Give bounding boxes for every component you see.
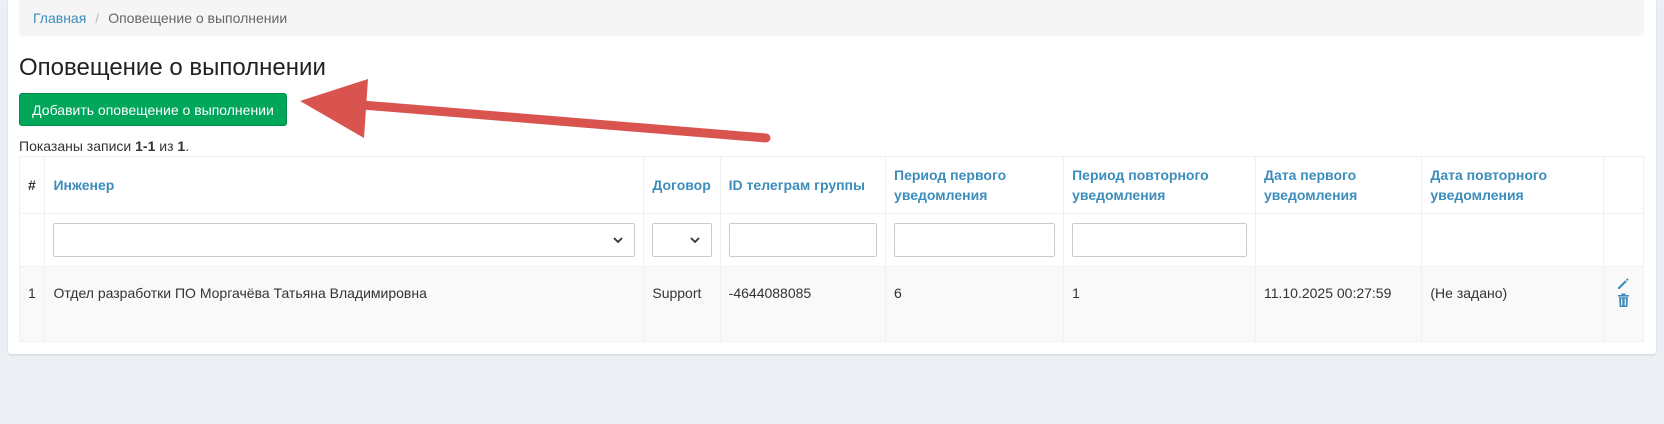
content-panel: Главная / Оповещение о выполнении Оповещ…: [8, 0, 1656, 354]
repeat-period-filter-input[interactable]: [1072, 223, 1247, 257]
filter-cell-contract: [643, 213, 721, 267]
sort-contract-link[interactable]: Договор: [652, 177, 710, 193]
cell-repeat-period: 1: [1063, 266, 1256, 342]
cell-number: 1: [18, 266, 46, 342]
column-header-first-date[interactable]: Дата первого уведомления: [1254, 156, 1423, 214]
column-header-repeat-period[interactable]: Период повторного уведомления: [1063, 156, 1256, 214]
summary-prefix: Показаны записи: [19, 138, 136, 154]
column-header-actions: [1602, 156, 1645, 214]
sort-engineer-link[interactable]: Инженер: [53, 177, 114, 193]
filter-cell-actions: [1602, 213, 1645, 267]
trash-icon[interactable]: [1617, 293, 1630, 308]
cell-first-period: 6: [885, 266, 1065, 342]
cell-telegram-id: -4644088085: [719, 266, 887, 342]
filter-cell-number: [18, 213, 46, 267]
contract-filter-select[interactable]: [652, 223, 712, 257]
row-actions: [1612, 277, 1635, 308]
cell-contract: Support: [643, 266, 721, 342]
summary-suffix: .: [185, 138, 190, 154]
column-header-first-period[interactable]: Период первого уведомления: [885, 156, 1065, 214]
cell-actions: [1602, 266, 1645, 342]
sort-telegram-id-link[interactable]: ID телеграм группы: [729, 177, 865, 193]
cell-repeat-date: (Не задано): [1421, 266, 1604, 342]
sort-first-date-link[interactable]: Дата первого уведомления: [1264, 167, 1357, 203]
add-notification-button[interactable]: Добавить оповещение о выполнении: [19, 93, 287, 126]
filter-cell-repeat-period: [1063, 213, 1256, 267]
column-header-repeat-date[interactable]: Дата повторного уведомления: [1421, 156, 1604, 214]
table-header-row: # Инженер Договор ID телеграм группы Пер…: [18, 156, 1645, 214]
cell-first-date: 11.10.2025 00:27:59: [1254, 266, 1423, 342]
column-header-telegram-id[interactable]: ID телеграм группы: [719, 156, 887, 214]
column-header-contract[interactable]: Договор: [643, 156, 721, 214]
filter-cell-engineer: [44, 213, 645, 267]
table-filter-row: [18, 213, 1645, 267]
column-header-engineer[interactable]: Инженер: [44, 156, 645, 214]
first-period-filter-input[interactable]: [894, 223, 1056, 257]
notifications-table: # Инженер Договор ID телеграм группы Пер…: [18, 156, 1645, 342]
breadcrumb-separator: /: [95, 10, 100, 26]
summary-of: из: [155, 138, 178, 154]
page-title: Оповещение о выполнении: [19, 54, 326, 81]
breadcrumb: Главная / Оповещение о выполнении: [19, 0, 1644, 36]
chevron-down-icon: [690, 237, 700, 244]
engineer-filter-select[interactable]: [53, 223, 636, 257]
filter-cell-repeat-date: [1421, 213, 1604, 267]
filter-cell-telegram-id: [719, 213, 887, 267]
filter-cell-first-period: [885, 213, 1065, 267]
sort-first-period-link[interactable]: Период первого уведомления: [894, 167, 1006, 203]
breadcrumb-home-link[interactable]: Главная: [33, 10, 86, 26]
cell-engineer: Отдел разработки ПО Моргачёва Татьяна Вл…: [44, 266, 645, 342]
column-header-number: #: [18, 156, 46, 214]
sort-repeat-date-link[interactable]: Дата повторного уведомления: [1430, 167, 1547, 203]
filter-cell-first-date: [1254, 213, 1423, 267]
telegram-id-filter-input[interactable]: [728, 223, 878, 257]
breadcrumb-current: Оповещение о выполнении: [108, 10, 288, 26]
pencil-icon[interactable]: [1616, 277, 1630, 291]
records-summary: Показаны записи 1-1 из 1.: [19, 138, 189, 154]
chevron-down-icon: [613, 237, 623, 244]
summary-range: 1-1: [135, 138, 156, 154]
sort-repeat-period-link[interactable]: Период повторного уведомления: [1072, 167, 1209, 203]
table-row: 1 Отдел разработки ПО Моргачёва Татьяна …: [18, 266, 1645, 342]
